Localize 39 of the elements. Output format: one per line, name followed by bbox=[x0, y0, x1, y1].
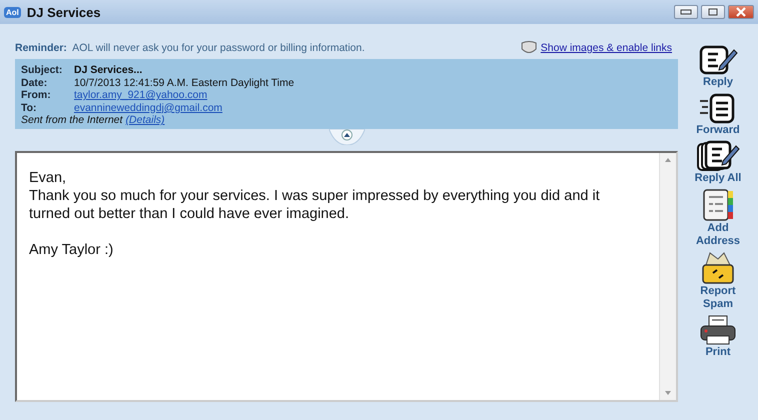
signature-text: Amy Taylor :) bbox=[29, 240, 114, 258]
spam-box-icon bbox=[700, 251, 736, 285]
reminder-text: Reminder: AOL will never ask you for your password or billing information. bbox=[15, 42, 366, 54]
printer-icon bbox=[698, 314, 738, 346]
email-link[interactable]: evannineweddingdj@gmail.com bbox=[74, 102, 222, 114]
scroll-down-icon[interactable] bbox=[664, 390, 672, 396]
message-text: Evan, bbox=[29, 168, 68, 186]
shield-icon bbox=[520, 41, 537, 55]
note-pen-icon bbox=[698, 44, 738, 76]
scrollbar[interactable] bbox=[659, 152, 676, 400]
header-label: To: bbox=[21, 102, 38, 114]
toolbar-button[interactable]: Add Address bbox=[688, 188, 748, 248]
collapse-tab-icon[interactable] bbox=[328, 128, 364, 144]
details-link[interactable]: (Details) bbox=[126, 114, 165, 126]
toolbar-button[interactable]: Reply All bbox=[688, 140, 748, 185]
toolbar-button[interactable]: Print bbox=[688, 314, 748, 359]
toolbar-button[interactable]: Forward bbox=[688, 92, 748, 137]
window-title: DJ Services bbox=[26, 4, 102, 20]
toolbar-button[interactable]: Reply bbox=[688, 44, 748, 89]
app-badge: Aol bbox=[4, 6, 21, 18]
address-book-icon bbox=[701, 188, 735, 222]
header-label: Subject: bbox=[21, 64, 64, 76]
header-value: 10/7/2013 12:41:59 A.M. Eastern Daylight Time bbox=[74, 76, 294, 89]
header-label: Date: bbox=[21, 76, 48, 89]
maximize-icon bbox=[708, 8, 718, 16]
header-value: DJ Services... bbox=[74, 64, 142, 76]
stacked-notes-icon bbox=[696, 140, 740, 172]
sent-from-text: Sent from the Internet bbox=[21, 114, 123, 126]
email-link[interactable]: taylor.amy_921@yahoo.com bbox=[74, 89, 208, 102]
minimize-icon bbox=[680, 9, 692, 15]
minimize-button[interactable] bbox=[674, 5, 698, 19]
header-label: From: bbox=[21, 89, 52, 102]
show-images-link[interactable]: Show images & enable links bbox=[540, 42, 672, 54]
message-text: Thank you so much for your services. I was super impressed by everything you did and it turned out better than I could have ever imagined. bbox=[29, 186, 601, 222]
close-icon bbox=[735, 7, 747, 17]
scroll-up-icon[interactable] bbox=[664, 156, 672, 162]
maximize-button[interactable] bbox=[701, 5, 725, 19]
close-button[interactable] bbox=[728, 5, 754, 19]
toolbar-button[interactable]: Report Spam bbox=[688, 251, 748, 311]
